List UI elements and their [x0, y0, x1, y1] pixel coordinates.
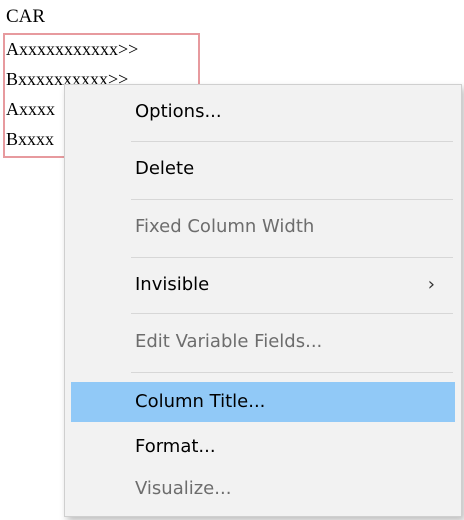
menu-item-label: Edit Variable Fields...	[135, 331, 323, 352]
menu-item-edit-variable-fields[interactable]: Edit Variable Fields...	[71, 322, 455, 362]
menu-item-label: Visualize...	[135, 478, 232, 499]
menu-item-fixed-column-width[interactable]: Fixed Column Width	[71, 207, 455, 247]
menu-item-label: Fixed Column Width	[135, 216, 315, 237]
menu-separator	[131, 257, 453, 258]
menu-item-label: Format...	[135, 436, 216, 457]
menu-item-label: Column Title...	[135, 391, 266, 412]
context-menu: Options... Delete Fixed Column Width Inv…	[64, 84, 462, 517]
menu-item-visualize[interactable]: Visualize...	[71, 469, 455, 509]
menu-item-invisible[interactable]: Invisible ›	[71, 265, 455, 305]
column-title: CAR	[6, 6, 46, 27]
chevron-right-icon: ›	[427, 274, 435, 295]
menu-separator	[131, 372, 453, 373]
menu-item-label: Delete	[135, 158, 195, 179]
menu-item-format[interactable]: Format...	[71, 427, 455, 467]
column-cell: Axxxxxxxxxxx>>	[6, 39, 139, 59]
column-cell: Bxxxx	[6, 129, 55, 149]
menu-separator	[131, 313, 453, 314]
menu-item-label: Options...	[135, 101, 222, 122]
menu-item-options[interactable]: Options...	[71, 92, 455, 132]
menu-item-column-title[interactable]: Column Title...	[71, 382, 455, 422]
menu-item-delete[interactable]: Delete	[71, 149, 455, 189]
menu-item-label: Invisible	[135, 274, 210, 295]
menu-separator	[131, 141, 453, 142]
menu-separator	[131, 199, 453, 200]
column-cell: Axxxx	[6, 99, 55, 119]
